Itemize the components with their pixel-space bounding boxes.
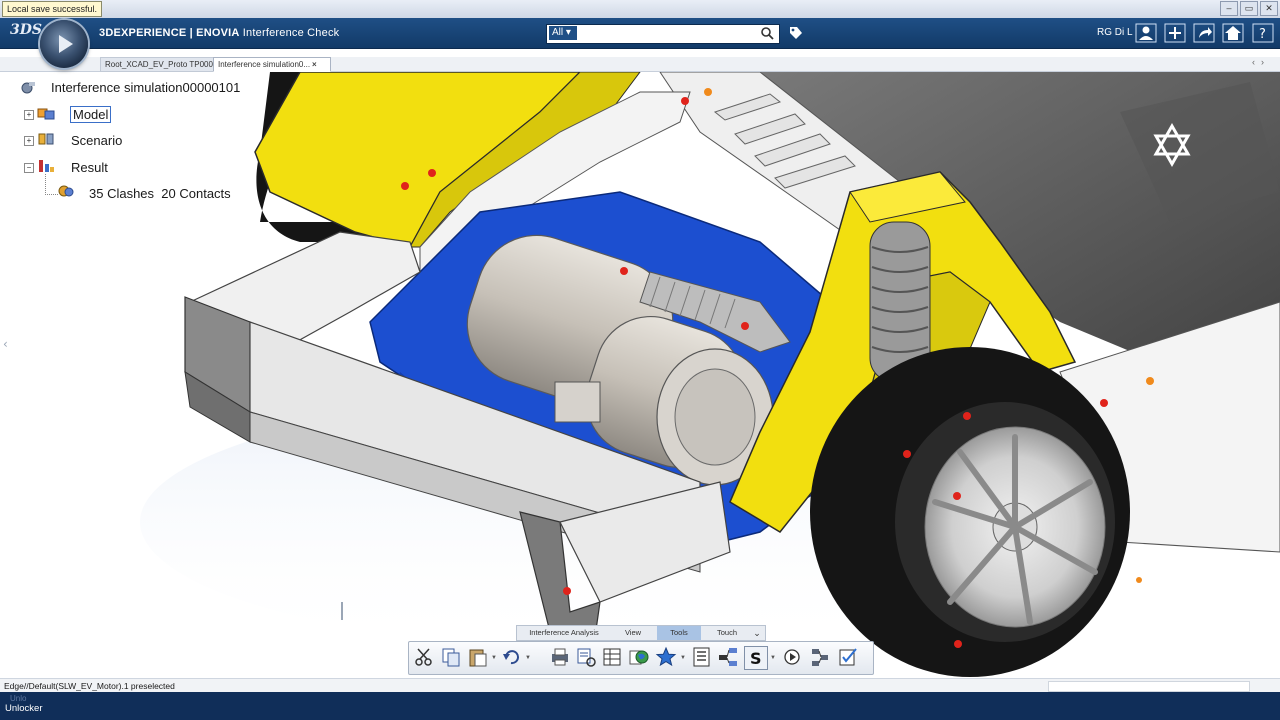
taskbar-ghost-text: Unlo [10,694,27,703]
paste-icon[interactable] [467,646,489,668]
properties-icon[interactable] [575,646,597,668]
car-chassis-model[interactable]: ‹ [0,72,1280,678]
app-name: Interference Check [239,27,340,39]
tab-view[interactable]: View [613,626,653,640]
save-notification: Local save successful. [2,1,103,17]
undo-caret-icon[interactable]: ▼ [525,655,531,661]
3d-compass-button[interactable] [40,20,88,68]
tree-root-label[interactable]: Interference simulation00000101 [51,80,240,95]
collapse-result-icon[interactable]: − [24,163,34,173]
search-scope-dropdown[interactable]: All ▾ [549,26,577,40]
scenario-icon [38,133,54,145]
user-name[interactable]: RG Di L [1097,27,1133,38]
action-bar-toolbar: ▼ ▼ ▼ S ▼ [408,641,874,675]
print-icon[interactable] [549,646,571,668]
copy-icon[interactable] [440,646,462,668]
expand-model-icon[interactable]: + [24,110,34,120]
play-circle-icon[interactable] [781,646,803,668]
chevron-down-icon[interactable]: ⌄ [751,626,763,640]
3d-viewport[interactable]: ‹ Interference simulation00000101 + Mode… [0,72,1280,678]
taskbar [0,692,1280,720]
tab-scroll-arrows[interactable]: ‹› [1252,57,1270,67]
app-brand: 3DEXPERIENCE | ENOVIA [99,27,240,39]
model-icon [37,108,55,120]
svg-text:?: ? [1259,27,1266,42]
share-icon[interactable] [1193,23,1215,43]
undo-icon[interactable] [501,646,523,668]
tree-item-result[interactable]: Result [71,160,108,175]
paste-caret-icon[interactable]: ▼ [491,655,497,661]
3ds-logo[interactable]: 3DS [10,22,42,38]
close-window-button[interactable]: ✕ [1260,1,1278,16]
check-icon[interactable] [837,646,859,668]
s-tool-icon[interactable]: S [744,646,768,670]
tab-label: Root_XCAD_EV_Proto TP000... [105,60,218,69]
tab-root-product[interactable]: Root_XCAD_EV_Proto TP000... [100,57,218,72]
interference-root-icon [21,82,35,94]
filter-icon[interactable] [809,646,831,668]
tree-connector [45,174,58,195]
window-title-bar [0,0,1280,19]
user-icon[interactable] [1135,23,1157,43]
favorite-caret-icon[interactable]: ▼ [680,655,686,661]
status-bar: Edge//Default(SLW_EV_Motor).1 preselecte… [0,678,1280,693]
expand-scenario-icon[interactable]: + [24,136,34,146]
tag-icon[interactable] [789,26,803,40]
play-icon [59,35,73,53]
home-icon[interactable] [1222,23,1244,43]
search-icon[interactable] [761,27,774,40]
tab-tools[interactable]: Tools [657,626,701,640]
svg-text:S: S [750,649,762,668]
taskbar-unlocker-item[interactable]: Unlocker [5,703,43,714]
maximize-button[interactable]: ▭ [1240,1,1258,16]
action-bar-tabs: Interference Analysis View Tools Touch ⌄ [516,625,766,641]
result-icon [39,160,54,172]
status-message: Edge//Default(SLW_EV_Motor).1 preselecte… [4,681,175,691]
left-panel-handle-icon[interactable]: ‹ [3,337,8,351]
contacts-count: 20 Contacts [161,186,231,201]
s-tool-caret-icon[interactable]: ▼ [770,655,776,661]
app-title: 3DEXPERIENCE | ENOVIA Interference Check [99,27,339,39]
tree-item-scenario[interactable]: Scenario [71,133,122,148]
clash-result-icon [58,185,74,197]
add-icon[interactable] [1164,23,1186,43]
cut-icon[interactable] [413,646,435,668]
tab-interference-simulation[interactable]: Interference simulation0... × [213,57,331,72]
tab-label: Interference simulation0... [218,60,311,69]
tree-item-clash-summary[interactable]: 35 Clashes 20 Contacts [89,186,231,201]
search-input[interactable] [580,25,760,41]
tab-interference-analysis[interactable]: Interference Analysis [519,626,609,640]
status-input-field[interactable] [1048,681,1250,692]
tree-item-model[interactable]: Model [70,106,112,123]
table-icon[interactable] [601,646,623,668]
minimize-button[interactable]: – [1220,1,1238,16]
globe-icon[interactable] [628,646,650,668]
favorite-icon[interactable] [655,646,677,668]
list-icon[interactable] [691,646,713,668]
help-icon[interactable]: ? [1252,23,1274,43]
tree-icon[interactable] [717,646,739,668]
window-controls: – ▭ ✕ [1220,1,1278,16]
close-tab-icon[interactable]: × [312,60,317,69]
right-wheel [810,347,1130,677]
tab-touch[interactable]: Touch [705,626,749,640]
clashes-count: 35 Clashes [89,186,155,201]
